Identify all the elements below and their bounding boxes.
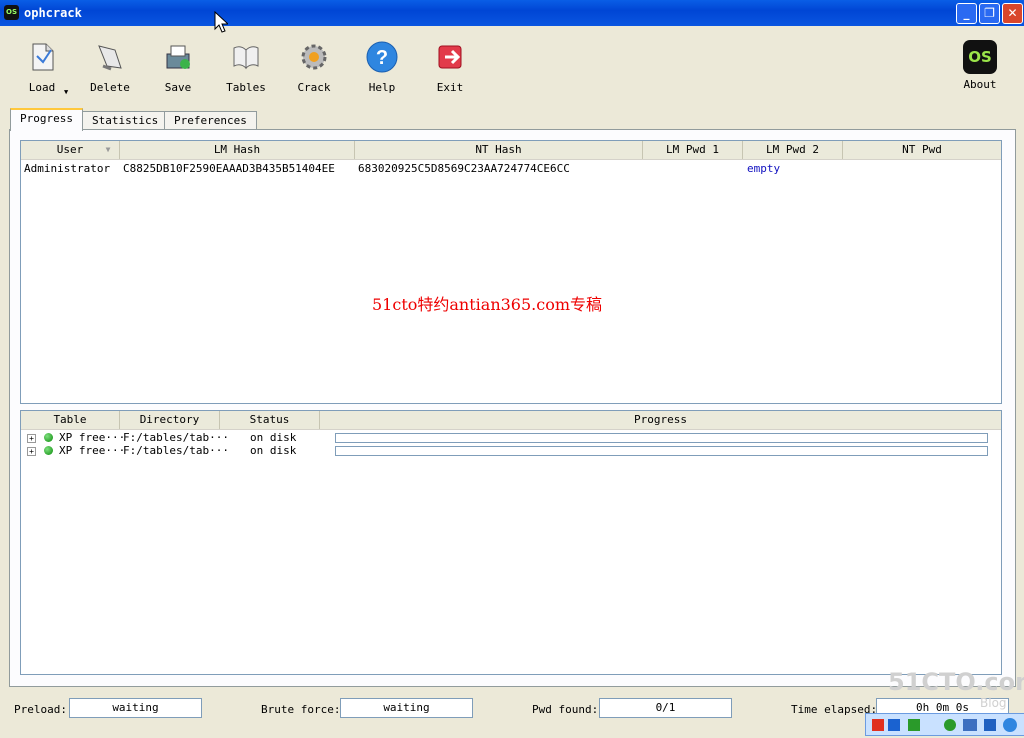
tables-button[interactable]: Tables [218, 40, 274, 94]
column-header-nt-hash[interactable]: NT Hash [355, 141, 643, 159]
load-label: Load [28, 81, 56, 94]
column-header-nt-pwd[interactable]: NT Pwd [843, 141, 1001, 159]
load-icon [32, 43, 54, 71]
help-icon: ? [366, 41, 398, 73]
brute-force-label: Brute force: [261, 703, 341, 716]
load-button[interactable]: Load ▼ [14, 40, 70, 96]
expand-icon[interactable]: + [27, 447, 36, 456]
ime-toolbar[interactable] [865, 713, 1024, 736]
table-name-cell: XP free··· [59, 444, 126, 457]
status-dot-icon [44, 433, 53, 442]
site-logo-watermark: 51CTO.com [888, 668, 1024, 696]
crack-label: Crack [297, 81, 331, 94]
save-label: Save [164, 81, 192, 94]
delete-label: Delete [90, 81, 130, 94]
pwd-found-label: Pwd found: [532, 703, 599, 716]
lm-hash-cell: C8825DB10F2590EAAAD3B435B51404EE [123, 162, 335, 175]
column-header-lm-pwd1[interactable]: LM Pwd 1 [643, 141, 743, 159]
delete-icon [98, 45, 122, 71]
save-icon [166, 45, 190, 69]
save-button[interactable]: Save [150, 40, 206, 94]
ime-tool-icon [984, 719, 996, 731]
directory-cell: F:/tables/tab··· [123, 444, 229, 457]
progress-bar [335, 446, 988, 456]
exit-label: Exit [436, 81, 464, 94]
about-label: About [963, 78, 997, 91]
progress-panel: User ▼ LM Hash NT Hash LM Pwd 1 LM Pwd 2… [9, 129, 1016, 687]
user-cell: Administrator [24, 162, 111, 175]
brute-force-value: waiting [340, 698, 473, 718]
ime-logo-icon [872, 719, 884, 731]
close-button[interactable]: ✕ [1002, 3, 1023, 24]
exit-button[interactable]: Exit [422, 40, 478, 94]
watermark-text: 51cto特约antian365.com专稿 [372, 295, 603, 314]
svg-text:?: ? [376, 47, 388, 69]
tab-statistics[interactable]: Statistics [82, 111, 169, 130]
tables-icon [233, 46, 259, 70]
column-header-lm-pwd2[interactable]: LM Pwd 2 [743, 141, 843, 159]
crack-button[interactable]: Crack [286, 40, 342, 94]
window-title: ophcrack [24, 6, 82, 20]
tab-progress[interactable]: Progress [10, 108, 83, 131]
tables-table-header: Table Directory Status Progress [21, 411, 1001, 430]
delete-button[interactable]: Delete [82, 40, 138, 94]
ime-punct-icon [908, 719, 920, 731]
column-header-lm-hash[interactable]: LM Hash [120, 141, 355, 159]
exit-icon [438, 45, 462, 69]
sort-arrow-icon: ▼ [105, 145, 111, 154]
ime-moon-icon [944, 719, 956, 731]
chevron-down-icon[interactable]: ▼ [64, 88, 68, 96]
progress-bar [335, 433, 988, 443]
toolbar: Load ▼ Delete Save Tables Crack ? Help E… [0, 26, 1024, 102]
minimize-button[interactable]: _ [956, 3, 977, 24]
mouse-cursor-icon [214, 11, 228, 33]
status-dot-icon [44, 446, 53, 455]
users-table[interactable]: User ▼ LM Hash NT Hash LM Pwd 1 LM Pwd 2… [20, 140, 1002, 404]
pwd-found-value: 0/1 [599, 698, 732, 718]
column-header-status[interactable]: Status [220, 411, 320, 429]
status-cell: on disk [250, 444, 297, 457]
maximize-button[interactable]: ❐ [979, 3, 1000, 24]
users-table-header: User ▼ LM Hash NT Hash LM Pwd 1 LM Pwd 2… [21, 141, 1001, 160]
site-logo-sub: Blog [980, 696, 1007, 710]
ime-keyboard-icon [963, 719, 977, 731]
ime-icons [872, 718, 1017, 732]
app-icon: OS [4, 5, 19, 20]
status-cell: on disk [250, 431, 297, 444]
preload-value: waiting [69, 698, 202, 718]
title-bar: OS ophcrack _ ❐ ✕ [0, 0, 1024, 26]
lm-pwd2-cell: empty [747, 162, 781, 175]
preload-label: Preload: [14, 703, 67, 716]
nt-hash-cell: 683020925C5D8569C23AA724774CE6CC [358, 162, 570, 175]
expand-icon[interactable]: + [27, 434, 36, 443]
column-header-directory[interactable]: Directory [120, 411, 220, 429]
os-logo-icon: OS [963, 40, 997, 74]
tables-table[interactable]: Table Directory Status Progress + XP fre… [20, 410, 1002, 675]
ime-help-icon [1003, 718, 1017, 732]
directory-cell: F:/tables/tab··· [123, 431, 229, 444]
column-header-table[interactable]: Table [21, 411, 120, 429]
ime-chinese-icon [888, 719, 900, 731]
help-button[interactable]: ? Help [354, 40, 410, 94]
table-name-cell: XP free··· [59, 431, 126, 444]
gear-icon [301, 44, 327, 70]
help-label: Help [368, 81, 396, 94]
about-button[interactable]: OS About [952, 40, 1008, 91]
column-header-progress[interactable]: Progress [320, 411, 1001, 429]
tab-preferences[interactable]: Preferences [164, 111, 257, 130]
tables-label: Tables [226, 81, 266, 94]
